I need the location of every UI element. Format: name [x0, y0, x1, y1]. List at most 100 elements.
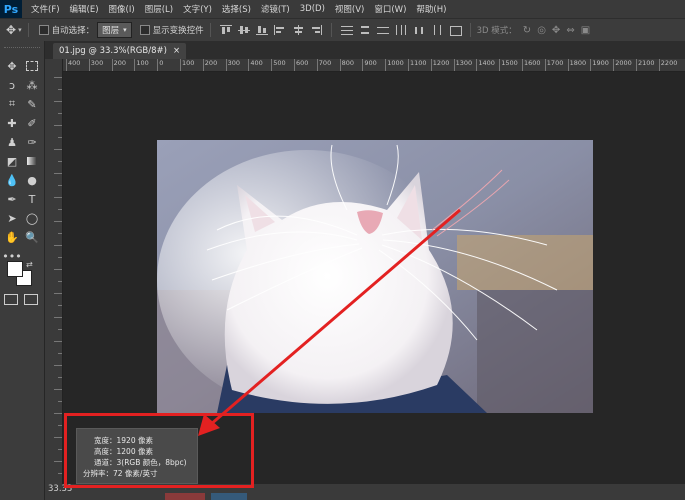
ruler-tick-label: 1700: [544, 59, 564, 71]
shape-tool-icon[interactable]: ◯: [24, 211, 40, 225]
taskbar-fragment: [165, 493, 205, 500]
move-tool-icon[interactable]: ✥: [6, 23, 16, 37]
auto-select-value: 图层: [102, 26, 120, 36]
ruler-tick-label: 1800: [567, 59, 587, 71]
eraser-icon[interactable]: ◩: [4, 154, 20, 168]
zoom-tool-icon[interactable]: 🔍: [24, 230, 40, 244]
menu-image[interactable]: 图像(I): [104, 3, 140, 15]
auto-select-checkbox[interactable]: [38, 25, 49, 35]
ruler-tick-mark: [54, 413, 62, 414]
menu-select[interactable]: 选择(S): [217, 3, 256, 15]
auto-select-label: 自动选择：: [51, 26, 95, 36]
ruler-tick-label: 1000: [385, 59, 404, 71]
eyedropper-icon[interactable]: ✎: [24, 97, 40, 111]
ruler-tick-label: 100: [179, 59, 195, 71]
document-tab-title: 01.jpg @ 33.3%(RGB/8#): [59, 46, 167, 56]
type-tool-icon[interactable]: T: [24, 192, 40, 206]
hand-tool-icon[interactable]: ✋: [4, 230, 20, 244]
distribute-bottom-icon[interactable]: [376, 25, 389, 35]
tool-preset-dropdown-icon[interactable]: ▾: [18, 26, 22, 34]
align-bottom-icon[interactable]: [255, 25, 268, 35]
annotation-highlight-box: [64, 413, 254, 488]
options-bar: ✥ ▾ 自动选择： 图层 ▾ 显示变换控件 3D 模式： ↻ ◎ ✥ ⇔ ▣: [0, 18, 685, 42]
move-tool-icon[interactable]: ✥: [4, 59, 20, 73]
align-top-icon[interactable]: [219, 25, 232, 35]
menu-file[interactable]: 文件(F): [26, 3, 65, 15]
gradient-tool-icon[interactable]: [24, 154, 40, 168]
3d-scale-icon[interactable]: ▣: [581, 25, 590, 36]
3d-slide-icon[interactable]: ⇔: [566, 25, 574, 36]
magic-wand-icon[interactable]: ⁂: [24, 78, 40, 92]
menu-filter[interactable]: 滤镜(T): [256, 3, 295, 15]
show-transform-label: 显示变换控件: [152, 26, 204, 36]
history-brush-icon[interactable]: ✑: [24, 135, 40, 149]
ruler-tick-label: 900: [362, 59, 377, 71]
ruler-tick-label: 300: [225, 59, 241, 71]
ruler-tick-label: 200: [202, 59, 218, 71]
align-right-icon[interactable]: [310, 25, 322, 35]
ruler-tick-label: 1500: [499, 59, 518, 71]
marquee-tool-icon[interactable]: [24, 59, 40, 73]
distribute-vcenter-icon[interactable]: [359, 25, 371, 35]
separator: [27, 23, 29, 37]
distribute-hcenter-icon[interactable]: [413, 25, 425, 35]
3d-pan-icon[interactable]: ✥: [552, 25, 560, 36]
ruler-tick-mark: [58, 401, 62, 402]
photoshop-logo: Ps: [0, 0, 22, 18]
menu-3d[interactable]: 3D(D): [295, 4, 330, 14]
menu-type[interactable]: 文字(Y): [178, 3, 217, 15]
distribute-left-icon[interactable]: [395, 25, 407, 35]
menu-layer[interactable]: 图层(L): [140, 3, 178, 15]
cat-photo[interactable]: [157, 140, 593, 413]
screen-mode-icon[interactable]: [24, 294, 38, 305]
ruler-tick-label: 1100: [408, 59, 427, 71]
document-tab[interactable]: 01.jpg @ 33.3%(RGB/8#) ×: [53, 43, 187, 59]
ruler-tick-label: 200: [111, 59, 127, 71]
close-icon[interactable]: ×: [173, 46, 180, 56]
crop-tool-icon[interactable]: ⌗: [4, 97, 20, 111]
3d-rotate-icon[interactable]: ↻: [523, 25, 531, 36]
pen-tool-icon[interactable]: ✒: [4, 192, 20, 206]
ruler-tick-mark: [54, 149, 62, 150]
ruler-tick-mark: [54, 341, 62, 342]
auto-align-icon[interactable]: [449, 25, 462, 36]
3d-roll-icon[interactable]: ◎: [537, 25, 546, 36]
align-vcenter-icon[interactable]: [237, 25, 250, 35]
path-selection-icon[interactable]: ➤: [4, 211, 20, 225]
quick-mask-icon[interactable]: [4, 294, 18, 305]
menu-help[interactable]: 帮助(H): [411, 3, 451, 15]
distribute-top-icon[interactable]: [340, 25, 353, 35]
lasso-tool-icon[interactable]: ↄ: [4, 78, 20, 92]
ruler-tick-label: 1300: [453, 59, 473, 71]
ruler-tick-mark: [58, 305, 62, 306]
ruler-tick-mark: [54, 197, 62, 198]
swap-colors-icon[interactable]: ⇄: [26, 260, 33, 269]
dodge-tool-icon[interactable]: ●: [24, 173, 40, 187]
menu-edit[interactable]: 编辑(E): [65, 3, 104, 15]
blur-tool-icon[interactable]: 💧: [4, 173, 20, 187]
brush-tool-icon[interactable]: ✐: [24, 116, 40, 130]
ruler-tick-mark: [58, 449, 62, 450]
distribute-right-icon[interactable]: [431, 25, 443, 35]
auto-select-dropdown[interactable]: 图层 ▾: [97, 22, 132, 38]
healing-brush-icon[interactable]: ✚: [4, 116, 20, 130]
foreground-color-swatch[interactable]: [7, 261, 23, 277]
show-transform-checkbox[interactable]: [139, 25, 150, 35]
ruler-tick-mark: [58, 329, 62, 330]
horizontal-ruler[interactable]: 400 300 200 100 0 100 200 300 400 500 600 700 800 900…: [62, 59, 685, 72]
ruler-tick-label: 1600: [522, 59, 541, 71]
menu-view[interactable]: 视图(V): [330, 3, 369, 15]
ruler-tick-mark: [54, 389, 62, 390]
taskbar-fragment: [211, 493, 247, 500]
ruler-tick-mark: [54, 437, 62, 438]
ruler-tick-mark: [58, 353, 62, 354]
ruler-tick-mark: [54, 125, 62, 126]
align-hcenter-icon[interactable]: [292, 25, 304, 35]
vertical-ruler[interactable]: [45, 59, 63, 484]
ruler-tick-mark: [54, 245, 62, 246]
clone-stamp-icon[interactable]: ♟: [4, 135, 20, 149]
align-left-icon[interactable]: [273, 25, 286, 35]
tools-panel: ✥ ↄ ⁂ ⌗ ✎ ✚ ✐ ♟ ✑ ◩ 💧 ● ✒ T ➤ ◯ ✋ 🔍 ••• …: [0, 41, 45, 500]
ruler-tick-mark: [54, 293, 62, 294]
menu-window[interactable]: 窗口(W): [369, 3, 411, 15]
